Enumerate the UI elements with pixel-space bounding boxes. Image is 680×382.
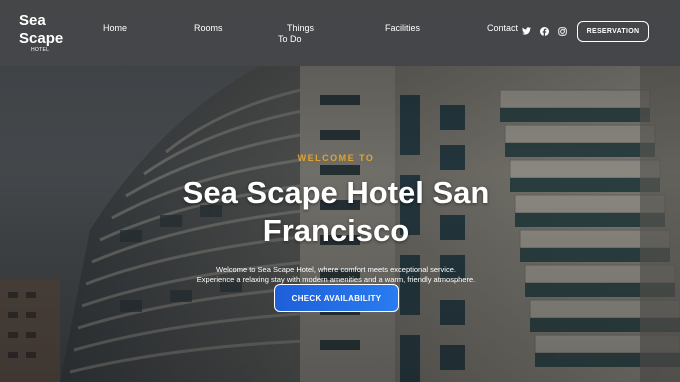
twitter-icon[interactable] (521, 26, 531, 36)
hero-title: Sea Scape Hotel San Francisco (182, 175, 490, 248)
nav-things-line2: To Do (278, 34, 302, 44)
nav-link-things-to-do[interactable]: Things To Do (278, 23, 318, 45)
hero-description-line1: Welcome to Sea Scape Hotel, where comfor… (216, 265, 456, 274)
facebook-icon[interactable] (539, 26, 549, 36)
nav-link-facilities[interactable]: Facilities (385, 23, 420, 34)
check-availability-button[interactable]: CHECK AVAILABILITY (274, 284, 399, 312)
hotel-logo[interactable]: Sea Scape HOTEL (19, 12, 77, 53)
instagram-icon[interactable] (557, 26, 567, 36)
logo-text-line1: Sea (19, 12, 46, 29)
hero-welcome-eyebrow: WELCOME TO (297, 153, 375, 163)
site-header: Sea Scape HOTEL Home Rooms Things To Do … (0, 0, 680, 66)
nav-link-contact[interactable]: Contact (487, 23, 518, 34)
nav-link-home[interactable]: Home (103, 23, 127, 34)
reservation-button[interactable]: RESERVATION (577, 21, 649, 42)
hero-description: Welcome to Sea Scape Hotel, where comfor… (150, 265, 522, 285)
logo-text-line2: Scape (19, 30, 64, 47)
nav-link-rooms[interactable]: Rooms (194, 23, 223, 34)
nav-things-line1: Things (286, 23, 314, 33)
